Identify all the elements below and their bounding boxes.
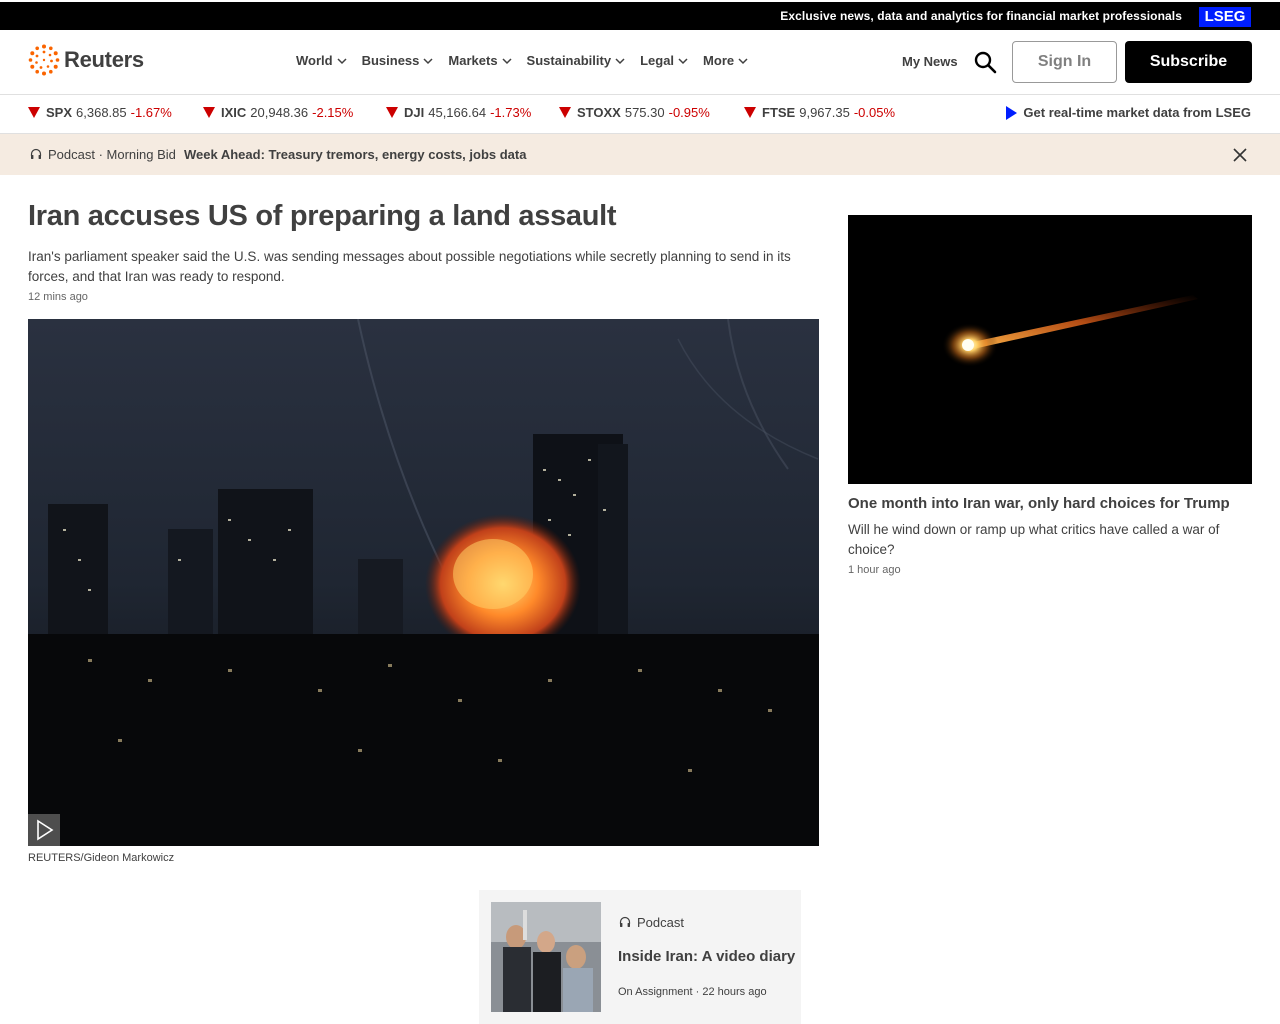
ticker-item-ftse[interactable]: FTSE 9,967.35 -0.05% xyxy=(744,105,895,120)
nav-markets[interactable]: Markets xyxy=(448,53,512,68)
podcast-thumbnail[interactable] xyxy=(491,902,601,1012)
ticker-item-stoxx[interactable]: STOXX 575.30 -0.95% xyxy=(559,105,710,120)
crowd-photo-image xyxy=(491,902,601,1012)
subscribe-button[interactable]: Subscribe xyxy=(1125,41,1252,83)
chevron-down-icon xyxy=(423,57,433,64)
down-arrow-icon xyxy=(203,107,215,118)
ticker-item-spx[interactable]: SPX 6,368.85 -1.67% xyxy=(28,105,172,120)
chevron-down-icon xyxy=(738,57,748,64)
podcast-card-meta: On Assignment · 22 hours ago xyxy=(618,986,767,998)
chevron-down-icon xyxy=(337,57,347,64)
nav-label: World xyxy=(296,53,333,68)
promo-bar[interactable]: Exclusive news, data and analytics for f… xyxy=(0,0,1280,30)
podcast-banner-title[interactable]: Week Ahead: Treasury tremors, energy cos… xyxy=(184,147,526,162)
nav-sustainability[interactable]: Sustainability xyxy=(527,53,626,68)
play-arrow-icon xyxy=(1006,105,1018,120)
logo-text: Reuters xyxy=(64,47,144,72)
main-story-video[interactable] xyxy=(28,319,819,846)
ticker-symbol: FTSE xyxy=(762,105,796,120)
headphones-icon xyxy=(30,148,42,159)
down-arrow-icon xyxy=(386,107,398,118)
nav-legal[interactable]: Legal xyxy=(640,53,688,68)
ticker-value: 45,166.64 xyxy=(428,105,487,120)
nav-label: Legal xyxy=(640,53,675,68)
sign-in-button[interactable]: Sign In xyxy=(1012,41,1117,83)
down-arrow-icon xyxy=(744,107,756,118)
nav-world[interactable]: World xyxy=(296,53,347,68)
main-story-timestamp: 12 mins ago xyxy=(28,291,88,303)
main-headline[interactable]: Iran accuses US of preparing a land assa… xyxy=(28,200,617,233)
ticker-change: -0.95% xyxy=(668,105,710,120)
down-arrow-icon xyxy=(28,107,40,118)
lseg-badge[interactable]: LSEG xyxy=(1199,7,1251,27)
ticker-symbol: IXIC xyxy=(221,105,247,120)
nav-label: Sustainability xyxy=(526,53,612,68)
side-story-summary: Will he wind down or ramp up what critic… xyxy=(848,522,1220,557)
podcast-card-title[interactable]: Inside Iran: A video diary xyxy=(618,948,795,965)
main-nav: World Business Markets Sustainability Le… xyxy=(296,53,763,68)
ticker-symbol: SPX xyxy=(46,105,73,120)
lseg-market-data-link[interactable]: Get real-time market data from LSEG xyxy=(1006,105,1251,120)
down-arrow-icon xyxy=(559,107,571,118)
photo-credit: REUTERS/Gideon Markowicz xyxy=(28,852,175,864)
podcast-card[interactable]: Podcast Inside Iran: A video diary On As… xyxy=(479,890,801,1024)
ticker-symbol: DJI xyxy=(404,105,425,120)
podcast-card-kind: Podcast xyxy=(637,915,684,930)
nav-label: More xyxy=(703,53,735,68)
nav-label: Business xyxy=(361,53,420,68)
ticker-value: 575.30 xyxy=(624,105,665,120)
ticker-change: -2.15% xyxy=(312,105,354,120)
explosion-city-image xyxy=(28,319,819,846)
chevron-down-icon xyxy=(502,57,512,64)
nav-business[interactable]: Business xyxy=(362,53,434,68)
promo-text[interactable]: Exclusive news, data and analytics for f… xyxy=(780,9,1182,23)
play-icon xyxy=(37,819,54,841)
nav-label: Markets xyxy=(448,53,498,68)
side-story-image[interactable] xyxy=(848,215,1252,484)
headphones-icon xyxy=(619,916,631,927)
nav-more[interactable]: More xyxy=(703,53,748,68)
ticker-value: 20,948.36 xyxy=(250,105,309,120)
ticker-value: 9,967.35 xyxy=(799,105,850,120)
chevron-down-icon xyxy=(615,57,625,64)
market-ticker: SPX 6,368.85 -1.67% IXIC 20,948.36 -2.15… xyxy=(0,95,1280,134)
side-story-headline[interactable]: One month into Iran war, only hard choic… xyxy=(848,495,1230,512)
ticker-change: -1.67% xyxy=(130,105,172,120)
site-header: Reuters World Business Markets Sustainab… xyxy=(0,30,1280,95)
close-icon[interactable] xyxy=(1232,147,1248,163)
ticker-value: 6,368.85 xyxy=(76,105,127,120)
ticker-change: -1.73% xyxy=(490,105,532,120)
main-story-summary: Iran's parliament speaker said the U.S. … xyxy=(28,249,791,284)
side-story-timestamp: 1 hour ago xyxy=(848,564,901,576)
ticker-change: -0.05% xyxy=(853,105,896,120)
ticker-item-dji[interactable]: DJI 45,166.64 -1.73% xyxy=(386,105,531,120)
podcast-banner-label: Podcast · Morning Bid xyxy=(48,147,176,162)
search-icon[interactable] xyxy=(973,50,997,74)
missile-streak-image xyxy=(848,215,1252,484)
ticker-item-ixic[interactable]: IXIC 20,948.36 -2.15% xyxy=(203,105,353,120)
my-news-link[interactable]: My News xyxy=(902,54,958,69)
podcast-banner[interactable]: Podcast · Morning Bid Week Ahead: Treasu… xyxy=(0,134,1280,175)
chevron-down-icon xyxy=(678,57,688,64)
reuters-logo-icon xyxy=(28,44,60,76)
reuters-logo[interactable]: Reuters xyxy=(28,44,144,76)
video-play-button[interactable] xyxy=(28,814,60,846)
lseg-link-label: Get real-time market data from LSEG xyxy=(1023,105,1251,120)
ticker-symbol: STOXX xyxy=(577,105,621,120)
